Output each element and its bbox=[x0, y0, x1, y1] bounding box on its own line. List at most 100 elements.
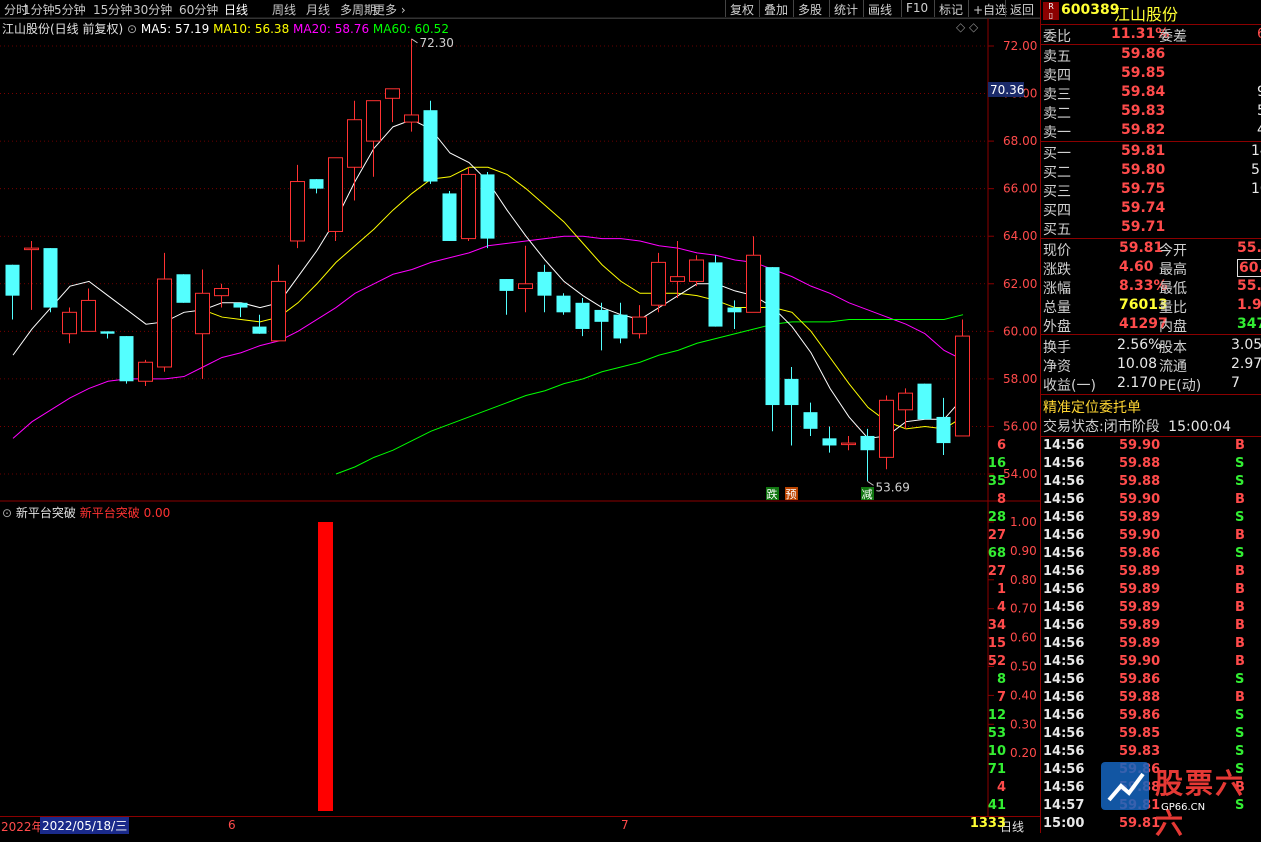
candle bbox=[803, 402, 818, 436]
candle bbox=[309, 179, 324, 194]
watermark-logo: 股票六六 GP66.CN bbox=[1101, 760, 1251, 840]
ma60-label: MA60: 60.52 bbox=[372, 22, 449, 36]
candle bbox=[43, 248, 58, 313]
high-label: 72.30 bbox=[420, 36, 454, 50]
indicator-tick-label: 0.30 bbox=[1010, 717, 1037, 731]
candle bbox=[366, 100, 381, 177]
quote-panel: R▯ 600389 江山股份 委比 11.31% 委差 6 卖五59.86卖四5… bbox=[970, 0, 1261, 840]
candle bbox=[727, 300, 742, 329]
candle bbox=[632, 305, 647, 339]
indicator-tick-label: 1.00 bbox=[1010, 515, 1037, 529]
indicator-tick-label: 0.70 bbox=[1010, 602, 1037, 616]
candle bbox=[860, 428, 875, 482]
event-mark-label: 跌 bbox=[767, 487, 778, 501]
ma20-line bbox=[12, 235, 964, 439]
candle bbox=[252, 314, 267, 334]
price-tick-label: 62.00 bbox=[1003, 277, 1037, 291]
indicator-tick-label: 0.50 bbox=[1010, 660, 1037, 674]
trade-status-row: 交易状态:闭市阶段 15:00:04 bbox=[1043, 419, 1232, 435]
candle bbox=[328, 157, 343, 241]
indicator-title: 新平台突破 bbox=[15, 506, 76, 520]
chart-controls[interactable]: ◇ ◇ bbox=[956, 20, 978, 34]
candle bbox=[24, 240, 39, 310]
candle bbox=[556, 293, 571, 315]
candle bbox=[347, 100, 362, 201]
candle bbox=[461, 167, 476, 241]
ma5-label: MA5: 57.19 bbox=[140, 22, 210, 36]
price-tick-label: 64.00 bbox=[1003, 229, 1037, 243]
indicator-tick-label: 0.20 bbox=[1010, 746, 1037, 760]
candle bbox=[765, 267, 780, 432]
month-7-label: 7 bbox=[621, 818, 629, 832]
price-tick-label: 68.00 bbox=[1003, 134, 1037, 148]
price-tick-label: 58.00 bbox=[1003, 372, 1037, 386]
candle bbox=[822, 426, 837, 453]
candle bbox=[5, 264, 20, 320]
kline-chart[interactable]: 72.00 7 0.00 68.00 66.00 64.00 62.00 60.00 58.00… bbox=[0, 0, 1040, 833]
candle bbox=[119, 336, 134, 384]
candle bbox=[138, 359, 153, 387]
candle bbox=[537, 264, 552, 313]
candle bbox=[442, 191, 457, 241]
candle bbox=[385, 88, 400, 123]
candle bbox=[404, 38, 419, 132]
candle bbox=[594, 302, 609, 351]
current-price-label: 70.36 bbox=[990, 83, 1024, 97]
candle bbox=[746, 236, 761, 313]
candle bbox=[651, 252, 666, 313]
stock-code: 600389 bbox=[1061, 2, 1120, 18]
candle bbox=[81, 288, 96, 332]
price-tick-label: 66.00 bbox=[1003, 182, 1037, 196]
candle bbox=[271, 264, 286, 342]
candle bbox=[176, 274, 191, 303]
indicator-dropdown-icon[interactable]: ⊙ bbox=[2, 506, 12, 520]
event-mark-label: 预 bbox=[786, 488, 797, 501]
indicator-tick-label: 0.90 bbox=[1010, 544, 1037, 558]
candle bbox=[290, 164, 305, 249]
candle bbox=[518, 245, 533, 313]
candle bbox=[708, 255, 723, 327]
indicator-name: 新平台突破 bbox=[79, 506, 140, 520]
indicator-tick-label: 0.60 bbox=[1010, 631, 1037, 645]
candle bbox=[100, 331, 115, 339]
candle bbox=[62, 307, 77, 344]
rz-badge: R ▯ bbox=[1043, 2, 1059, 20]
month-6-label: 6 bbox=[228, 818, 236, 832]
ma20-label: MA20: 58.76 bbox=[293, 22, 370, 36]
price-tick-label: 60.00 bbox=[1003, 324, 1037, 338]
indicator-tick-label: 0.40 bbox=[1010, 688, 1037, 702]
candle bbox=[214, 283, 229, 308]
chart-title: 江山股份(日线 前复权) bbox=[2, 22, 124, 36]
candle bbox=[233, 302, 248, 318]
stock-name: 江山股份 bbox=[1114, 5, 1179, 24]
date-cursor: 2022/05/18/三 bbox=[40, 817, 130, 834]
candle bbox=[499, 279, 514, 315]
indicator-header: ⊙ 新平台突破 新平台突破 0.00 bbox=[2, 504, 170, 521]
indicator-value: 0.00 bbox=[143, 506, 171, 520]
price-tick-label: 72.00 bbox=[1003, 39, 1037, 53]
dropdown-icon[interactable]: ⊙ bbox=[127, 22, 137, 36]
candle bbox=[917, 383, 932, 420]
candle bbox=[423, 100, 438, 184]
high-marker bbox=[411, 38, 418, 44]
indicator-tick-label: 0.80 bbox=[1010, 573, 1037, 587]
low-label: 53.69 bbox=[876, 480, 910, 494]
candle bbox=[841, 435, 856, 451]
candle bbox=[195, 269, 210, 379]
candle bbox=[955, 319, 970, 437]
committee-row: 委比 11.31% 委差 6 bbox=[1043, 26, 1261, 45]
price-tick-label: 54.00 bbox=[1003, 467, 1037, 481]
candle bbox=[157, 252, 172, 372]
chart-header: 江山股份(日线 前复权) ⊙ MA5: 57.19 MA10: 56.38 MA… bbox=[2, 20, 449, 37]
event-mark-label: 减 bbox=[862, 488, 873, 501]
candle bbox=[480, 172, 495, 249]
candle bbox=[879, 395, 894, 470]
low-marker bbox=[867, 480, 874, 486]
year-label: 2022年 bbox=[1, 820, 44, 834]
candle bbox=[613, 302, 628, 344]
entrust-link[interactable]: 精准定位委托单 bbox=[1043, 397, 1141, 416]
candle bbox=[898, 388, 913, 429]
bottom-timeline: 2022年 2022/05/18/三 6 7 日线 bbox=[0, 816, 1040, 834]
candle bbox=[689, 255, 704, 287]
candle bbox=[575, 298, 590, 337]
